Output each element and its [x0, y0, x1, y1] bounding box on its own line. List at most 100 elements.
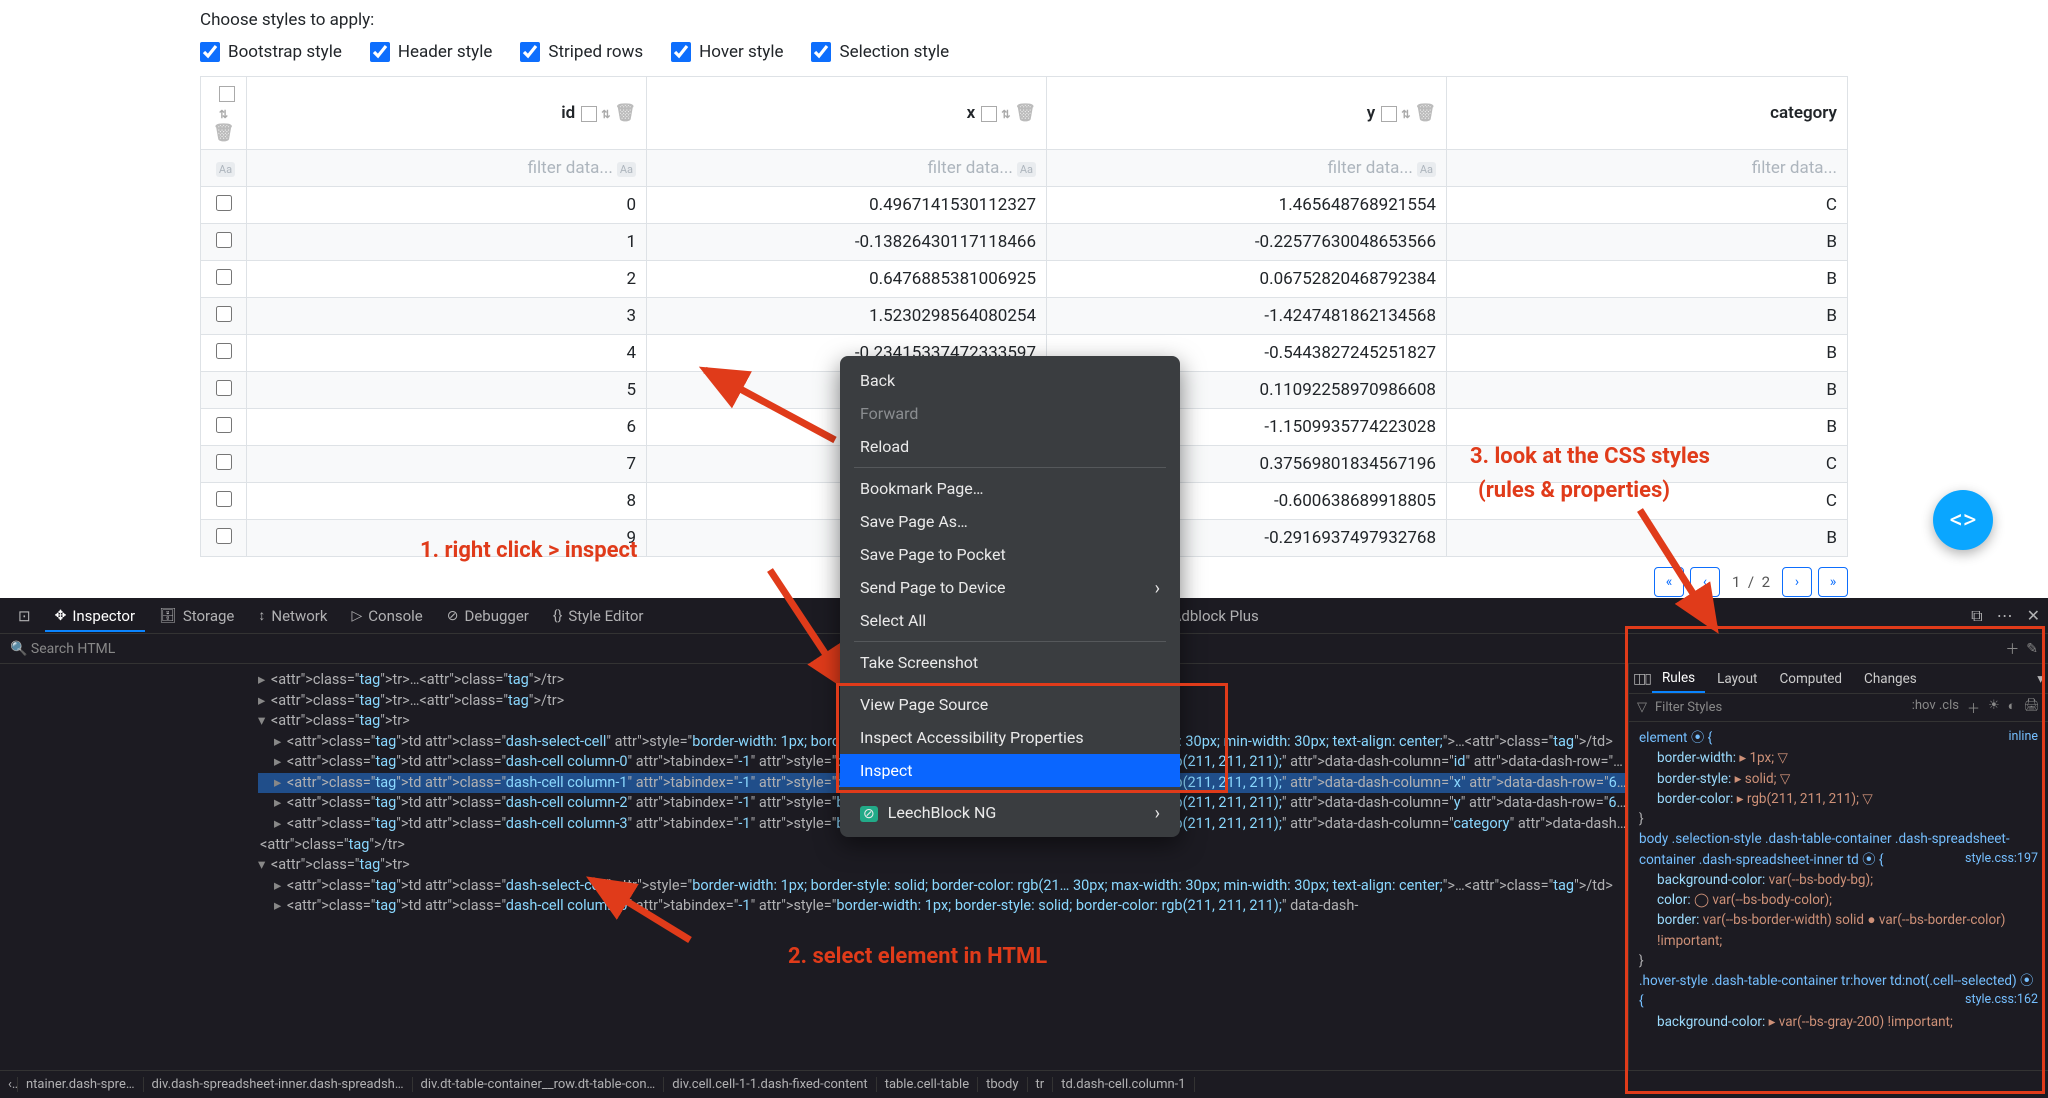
trash-icon[interactable]: 🗑 — [614, 103, 636, 123]
row-checkbox[interactable] — [216, 306, 232, 322]
cell-id[interactable]: 7 — [247, 446, 647, 483]
check-striped[interactable]: Striped rows — [520, 42, 643, 62]
checkbox-icon[interactable] — [671, 42, 691, 62]
checkbox-icon[interactable] — [370, 42, 390, 62]
case-icon[interactable]: Aa — [1417, 162, 1436, 177]
row-checkbox[interactable] — [216, 195, 232, 211]
table-row[interactable]: 20.64768853810069250.06752820468792384B — [201, 261, 1848, 298]
context-item[interactable]: Save Page As… — [840, 505, 1180, 538]
context-item[interactable]: Reload — [840, 430, 1180, 463]
row-checkbox[interactable] — [216, 454, 232, 470]
row-checkbox[interactable] — [216, 528, 232, 544]
cell-id[interactable]: 3 — [247, 298, 647, 335]
cell-x[interactable]: 1.5230298564080254 — [647, 298, 1047, 335]
cell-id[interactable]: 2 — [247, 261, 647, 298]
page-next-button[interactable]: › — [1782, 567, 1812, 597]
breadcrumb-item[interactable]: div.dt-table-container__row.dt-table-con… — [413, 1077, 665, 1092]
cell-category[interactable]: B — [1447, 409, 1848, 446]
trash-icon[interactable]: 🗑 — [1014, 103, 1036, 123]
breadcrumb-item[interactable]: ntainer.dash-spre… — [18, 1077, 144, 1092]
sort-icon[interactable]: ⇅ — [219, 108, 228, 121]
case-icon[interactable]: Aa — [216, 162, 235, 177]
trash-icon[interactable]: 🗑 — [1414, 103, 1436, 123]
cell-id[interactable]: 8 — [247, 483, 647, 520]
context-item[interactable]: Send Page to Device — [840, 571, 1180, 604]
tab-debugger[interactable]: ⊘Debugger — [437, 601, 539, 631]
responsive-icon[interactable]: ⧉ — [1971, 606, 1982, 626]
context-item[interactable]: Forward — [840, 397, 1180, 430]
devtools-html-tree[interactable]: ▸ <attr">class="tag">tr>…<attr">class="t… — [0, 664, 1628, 1070]
checkbox-icon[interactable] — [811, 42, 831, 62]
html-tree-line[interactable]: ▾ <attr">class="tag">tr> — [258, 855, 1628, 876]
trash-icon[interactable]: 🗑 — [213, 123, 235, 143]
check-selection[interactable]: Selection style — [811, 42, 949, 62]
row-checkbox[interactable] — [216, 232, 232, 248]
cell-category[interactable]: B — [1447, 224, 1848, 261]
cell-x[interactable]: 0.6476885381006925 — [647, 261, 1047, 298]
check-hover[interactable]: Hover style — [671, 42, 783, 62]
filter-y[interactable]: filter data...Aa — [1047, 150, 1447, 187]
row-checkbox[interactable] — [216, 269, 232, 285]
breadcrumb-item[interactable]: table.cell-table — [877, 1077, 978, 1092]
context-item[interactable]: Back — [840, 364, 1180, 397]
context-item[interactable]: Take Screenshot — [840, 646, 1180, 679]
checkbox-icon[interactable] — [219, 86, 235, 102]
context-item[interactable]: ⊘LeechBlock NG — [840, 796, 1180, 829]
page-last-button[interactable]: » — [1818, 567, 1848, 597]
context-item[interactable]: Save Page to Pocket — [840, 538, 1180, 571]
breadcrumb-item[interactable]: tr — [1028, 1077, 1054, 1092]
close-icon[interactable]: ✕ — [2027, 606, 2040, 626]
html-tree-line[interactable]: ▸ <attr">class="tag">td attr">class="das… — [258, 876, 1628, 897]
tab-network[interactable]: ↕Network — [248, 601, 337, 631]
tab-style-editor[interactable]: {}Style Editor — [543, 601, 654, 631]
dock-icon[interactable]: ⊡ — [8, 601, 41, 631]
cell-id[interactable]: 1 — [247, 224, 647, 261]
floating-code-button[interactable]: <> — [1933, 490, 1993, 550]
tab-storage[interactable]: 🗄Storage — [149, 601, 244, 631]
cell-id[interactable]: 0 — [247, 187, 647, 224]
breadcrumb-item[interactable]: td.dash-cell.column-1 — [1053, 1077, 1194, 1092]
filter-category[interactable]: filter data... — [1447, 150, 1848, 187]
checkbox-icon[interactable] — [1381, 106, 1397, 122]
cell-category[interactable]: B — [1447, 335, 1848, 372]
checkbox-icon[interactable] — [200, 42, 220, 62]
check-bootstrap[interactable]: Bootstrap style — [200, 42, 342, 62]
checkbox-icon[interactable] — [981, 106, 997, 122]
col-y[interactable]: y⇅🗑 — [1047, 77, 1447, 150]
cell-id[interactable]: 4 — [247, 335, 647, 372]
sort-icon[interactable]: ⇅ — [1001, 108, 1010, 121]
row-checkbox[interactable] — [216, 417, 232, 433]
checkbox-icon[interactable] — [581, 106, 597, 122]
html-tree-line[interactable]: ▸ <attr">class="tag">td attr">class="das… — [258, 896, 1628, 917]
sort-icon[interactable]: ⇅ — [1401, 108, 1410, 121]
col-category[interactable]: category — [1447, 77, 1848, 150]
cell-id[interactable]: 5 — [247, 372, 647, 409]
check-header[interactable]: Header style — [370, 42, 493, 62]
cell-category[interactable]: B — [1447, 298, 1848, 335]
more-icon[interactable]: ⋯ — [1997, 606, 2013, 626]
filter-id[interactable]: filter data...Aa — [247, 150, 647, 187]
html-tree-line[interactable]: <attr">class="tag">/tr> — [258, 835, 1628, 856]
cell-y[interactable]: -1.4247481862134568 — [1047, 298, 1447, 335]
cell-category[interactable]: B — [1447, 261, 1848, 298]
col-id[interactable]: id⇅🗑 — [247, 77, 647, 150]
cell-id[interactable]: 6 — [247, 409, 647, 446]
filter-x[interactable]: filter data...Aa — [647, 150, 1047, 187]
row-checkbox[interactable] — [216, 343, 232, 359]
breadcrumb-item[interactable]: div.cell.cell-1-1.dash-fixed-content — [664, 1077, 876, 1092]
cell-category[interactable]: B — [1447, 372, 1848, 409]
tab-console[interactable]: ▷Console — [341, 601, 432, 631]
context-item[interactable]: Select All — [840, 604, 1180, 637]
row-checkbox[interactable] — [216, 380, 232, 396]
table-row[interactable]: 31.5230298564080254-1.4247481862134568B — [201, 298, 1848, 335]
cell-y[interactable]: -0.22577630048653566 — [1047, 224, 1447, 261]
row-checkbox[interactable] — [216, 491, 232, 507]
col-x[interactable]: x⇅🗑 — [647, 77, 1047, 150]
checkbox-icon[interactable] — [520, 42, 540, 62]
select-all-header[interactable]: ⇅🗑 — [201, 77, 247, 150]
case-icon[interactable]: Aa — [1017, 162, 1036, 177]
cell-y[interactable]: 0.06752820468792384 — [1047, 261, 1447, 298]
context-item[interactable]: Bookmark Page… — [840, 472, 1180, 505]
cell-x[interactable]: -0.13826430117118466 — [647, 224, 1047, 261]
cell-y[interactable]: 1.465648768921554 — [1047, 187, 1447, 224]
